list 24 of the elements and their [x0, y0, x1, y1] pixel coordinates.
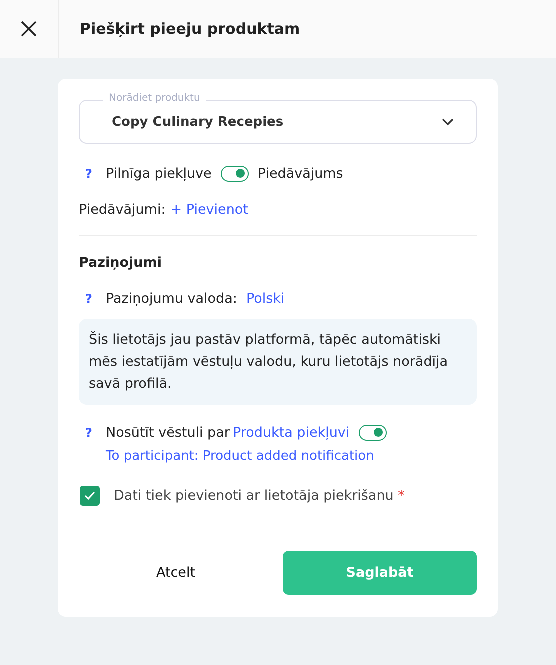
- offers-label: Piedāvājumi:: [79, 202, 166, 218]
- help-icon[interactable]: ?: [81, 167, 97, 181]
- close-icon: [21, 21, 37, 37]
- product-access-link[interactable]: Produkta piekļuvi: [232, 425, 350, 441]
- toggle-label: Piedāvājums: [258, 166, 344, 182]
- chevron-down-icon: [442, 118, 454, 126]
- dialog-title: Piešķirt pieeju produktam: [80, 20, 300, 38]
- info-message: Šis lietotājs jau pastāv platformā, tāpēc automātiski mēs iestatījām vēstuļu valodu, kuru lietotājs norādīja savā profilā.: [79, 319, 477, 405]
- add-link[interactable]: + Pievienot: [170, 202, 248, 218]
- toggle-switch[interactable]: [220, 166, 249, 182]
- consent-checkbox[interactable]: [80, 486, 100, 506]
- send-label: Nosūtīt vēstuli par: [106, 425, 230, 441]
- consent-label: Dati tiek pievienoti ar lietotāja piekrišanu *: [114, 488, 405, 504]
- language-label: Paziņojumu valoda:: [106, 291, 238, 307]
- selected-value: Copy Culinary Recepies: [112, 114, 285, 130]
- check-icon: [84, 491, 96, 501]
- toggle-switch[interactable]: [358, 425, 387, 441]
- template-link[interactable]: To participant: Product added notification: [106, 449, 374, 464]
- section-heading: Paziņojumi: [79, 255, 163, 271]
- field-label: Norādiet produktu: [103, 93, 206, 104]
- language-link[interactable]: Polski: [246, 291, 285, 307]
- help-icon[interactable]: ?: [81, 426, 97, 440]
- help-icon[interactable]: ?: [81, 292, 97, 306]
- toggle-label: Pilnīga piekļuve: [106, 166, 212, 182]
